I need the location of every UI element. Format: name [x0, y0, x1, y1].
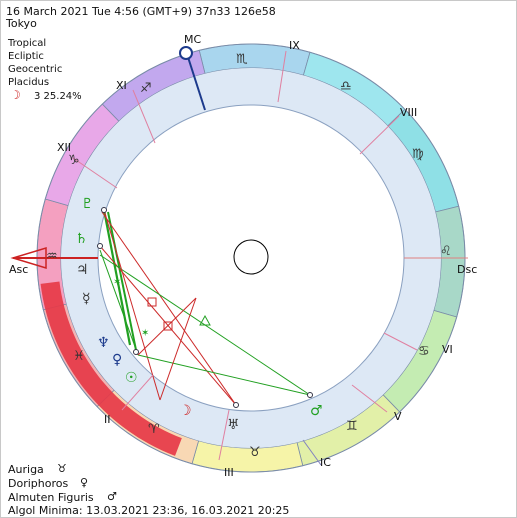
aspect-endpoint — [233, 402, 239, 408]
chart-center-circle — [233, 239, 269, 275]
aspect-endpoint — [97, 243, 103, 249]
footer-almuten-label: Almuten Figuris — [8, 491, 94, 504]
capricorn-icon: ♑ — [68, 153, 80, 168]
taurus-icon: ♉ — [249, 445, 261, 460]
sagittarius-icon: ♐ — [140, 81, 152, 96]
aries-icon: ♈ — [148, 422, 160, 437]
midheaven-marker-icon — [179, 46, 193, 60]
house-viii-label: VIII — [400, 106, 418, 119]
pluto-icon: ♇ — [81, 196, 94, 212]
virgo-icon: ♍ — [412, 147, 424, 162]
venus-icon: ♀ — [112, 352, 123, 368]
sextile-aspect-marker: ✶ — [113, 277, 121, 288]
uranus-icon: ♅ — [227, 417, 240, 433]
aquarius-icon: ♒ — [46, 249, 58, 264]
pisces-icon: ♓ — [73, 349, 85, 364]
aspect-endpoint — [133, 349, 139, 355]
leo-icon: ♌ — [440, 244, 452, 259]
ic-label: IC — [320, 456, 331, 469]
mc-label: MC — [184, 33, 202, 46]
house-iii-label: III — [224, 466, 234, 479]
neptune-icon: ♆ — [97, 335, 110, 351]
footer-doriphoros-label: Doriphoros — [8, 477, 69, 490]
moon-icon: ☽ — [179, 403, 192, 419]
mercury-icon: ☿ — [82, 291, 91, 307]
gemini-icon: ♊ — [346, 419, 358, 434]
taurus-icon: ♉ — [57, 462, 67, 475]
mars-icon: ♂ — [310, 403, 323, 419]
mars-icon: ♂ — [107, 490, 117, 503]
house-ix-label: IX — [289, 39, 300, 52]
natal-chart-wheel: ✶ ✶ — [10, 43, 468, 473]
house-vi-label: VI — [442, 343, 453, 356]
asc-label: Asc — [9, 263, 29, 276]
house-xi-label: XI — [116, 79, 127, 92]
footer-auriga-label: Auriga — [8, 463, 44, 476]
sextile-aspect-marker: ✶ — [141, 328, 149, 339]
jupiter-icon: ♃ — [76, 262, 89, 278]
aspect-endpoint — [101, 207, 107, 213]
aspect-endpoint — [307, 392, 313, 398]
cancer-icon: ♋ — [418, 344, 430, 359]
house-v-label: V — [394, 410, 402, 423]
scorpio-icon: ♏ — [236, 52, 248, 67]
saturn-icon: ♄ — [75, 231, 88, 247]
dsc-label: Dsc — [457, 263, 478, 276]
venus-icon: ♀ — [80, 476, 89, 489]
sun-icon: ☉ — [125, 370, 138, 386]
algol-minima: Algol Minima: 13.03.2021 23:36, 16.03.20… — [8, 504, 290, 517]
house-ii-label: II — [104, 413, 111, 426]
libra-icon: ♎ — [340, 79, 352, 94]
